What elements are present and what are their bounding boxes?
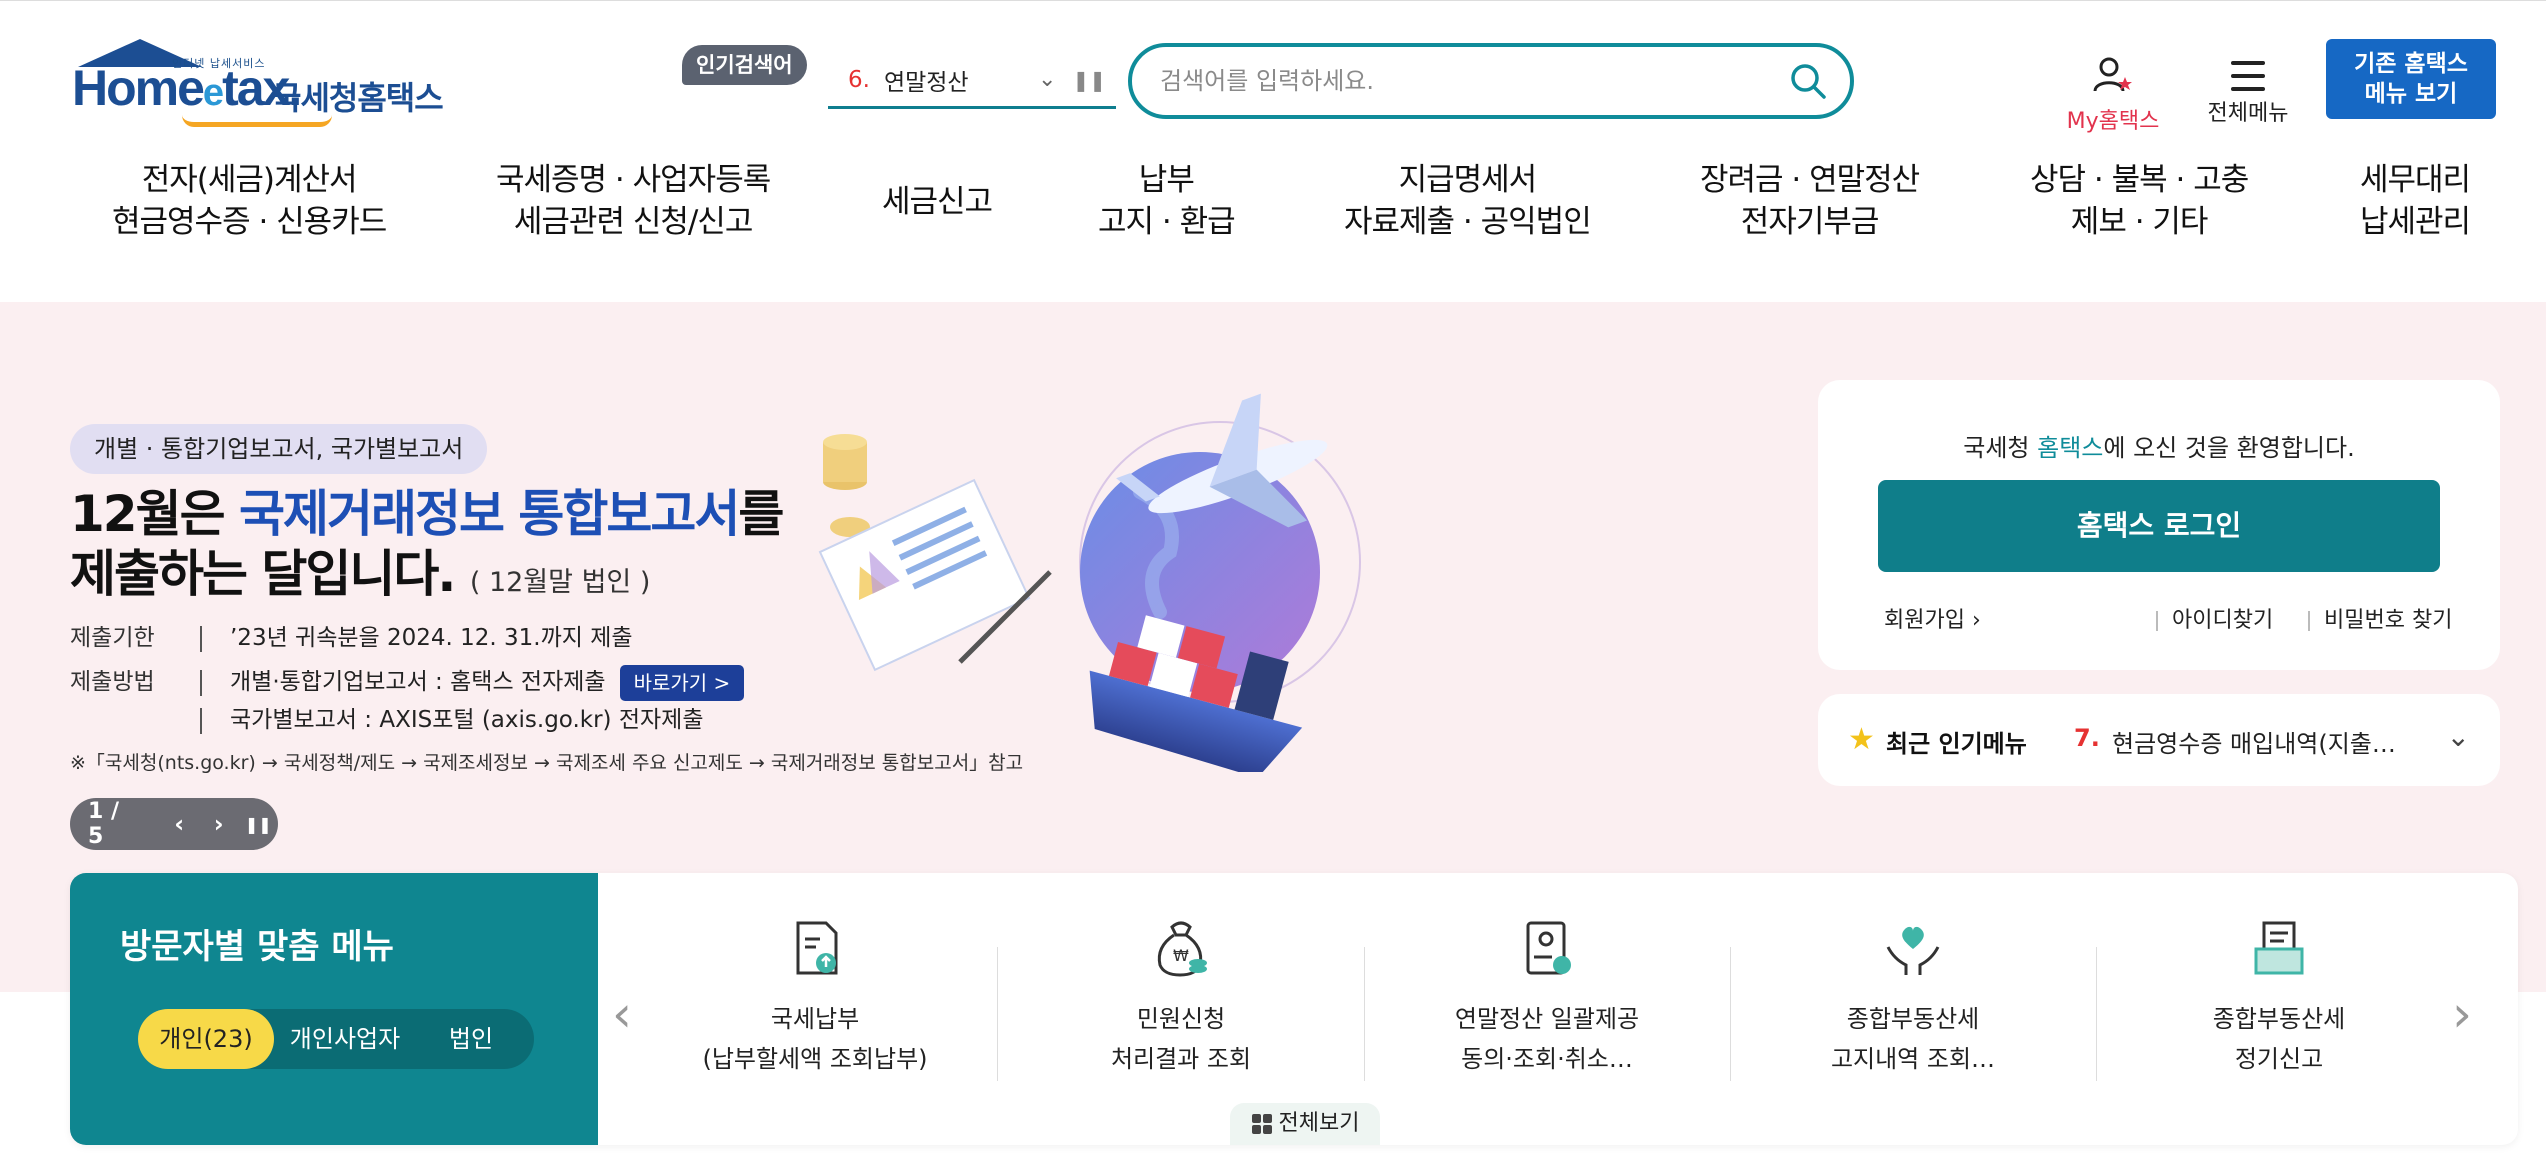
all-menu-label: 전체메뉴 <box>2207 101 2289 126</box>
account-links: 회원가입 › 아이디찾기 비밀번호 찾기 <box>1884 602 2452 636</box>
service-civil-request[interactable]: ₩ 민원신청 처리결과 조회 <box>998 913 1364 1079</box>
service-property-tax-notice[interactable]: 종합부동산세 고지내역 조회… <box>1730 913 2096 1079</box>
hamburger-icon <box>2231 61 2265 91</box>
my-hometax-button[interactable]: My홈택스 <box>2058 55 2168 135</box>
chevron-down-icon[interactable]: ⌄ <box>1038 67 1056 92</box>
site-header: 인터넷 납세서비스 Homeetax. 국세청홈택스 인기검색어 6. 연말정산… <box>0 0 2546 300</box>
hero-deadline-row: 제출기한 ’23년 귀속분을 2024. 12. 31.까지 제출 <box>70 618 633 652</box>
popular-term[interactable]: 연말정산 <box>884 63 1038 97</box>
hero-method-row2: 국가별보고서 : AXIS포털 (axis.go.kr) 전자제출 <box>70 700 703 734</box>
logo-wordmark: Homeetax. <box>72 60 302 116</box>
recent-popular-text[interactable]: 현금영수증 매입내역(지출… <box>2112 724 2396 759</box>
visitor-type-tabs: 개인(23) 개인사업자 법인 <box>138 1009 534 1069</box>
pause-slide-icon[interactable]: ❚❚ <box>238 815 278 834</box>
slide-controls: 1 / 5 ‹ › ❚❚ <box>70 798 278 850</box>
method-line2: 국가별보고서 : AXIS포털 (axis.go.kr) 전자제출 <box>230 707 704 733</box>
deadline-label: 제출기한 <box>70 625 155 651</box>
hero-method-row: 제출방법 개별·통합기업보고서 : 홈택스 전자제출 바로가기 > <box>70 662 745 701</box>
heart-hands-icon <box>1886 926 1940 975</box>
service-label-2: (납부할세액 조회납부) <box>702 1045 928 1073</box>
next-slide-icon[interactable]: › <box>199 810 239 838</box>
nav-incentive-yearend[interactable]: 장려금 · 연말정산 전자기부금 <box>1700 159 1920 243</box>
legacy-menu-line1: 기존 홈택스 <box>2354 51 2468 77</box>
popular-search-badge: 인기검색어 <box>682 45 807 85</box>
tab-individual[interactable]: 개인(23) <box>138 1009 274 1069</box>
svg-text:₩: ₩ <box>1173 946 1189 965</box>
legacy-menu-line2: 메뉴 보기 <box>2364 81 2458 107</box>
chevron-down-icon[interactable]: ⌄ <box>2447 720 2470 753</box>
nav-certificate-registration[interactable]: 국세증명 · 사업자등록 세금관련 신청/신고 <box>496 159 771 243</box>
service-label-2: 처리결과 조회 <box>1110 1045 1252 1073</box>
find-id-link[interactable]: 아이디찾기 <box>2156 602 2273 634</box>
tax-payment-icon <box>796 921 838 975</box>
service-label-2: 정기신고 <box>2234 1045 2324 1073</box>
logo-korean-name: 국세청홈택스 <box>272 79 444 117</box>
service-label-2: 고지내역 조회… <box>1830 1045 1996 1073</box>
visitor-menu-title: 방문자별 맞춤 메뉴 <box>120 927 394 967</box>
service-label-2: 동의·조회·취소… <box>1461 1045 1633 1073</box>
tab-sole-proprietor[interactable]: 개인사업자 <box>274 1009 416 1069</box>
join-link[interactable]: 회원가입 › <box>1884 602 1981 634</box>
deadline-text: ’23년 귀속분을 2024. 12. 31.까지 제출 <box>230 625 633 651</box>
method-line1: 개별·통합기업보고서 : 홈택스 전자제출 <box>230 669 606 695</box>
prev-slide-icon[interactable]: ‹ <box>159 810 199 838</box>
popular-search-dropdown[interactable]: 6. 연말정산 ⌄ ❚❚ <box>828 53 1116 109</box>
recent-popular-title: 최근 인기메뉴 <box>1886 730 2027 758</box>
star-icon: ★ <box>1848 722 1875 757</box>
all-menu-button[interactable]: 전체메뉴 <box>2196 55 2300 127</box>
service-tax-payment[interactable]: 국세납부 (납부할세액 조회납부) <box>632 913 998 1079</box>
welcome-message: 국세청 홈택스에 오신 것을 환영합니다. <box>1963 434 2355 462</box>
nav-payment-refund[interactable]: 납부 고지 · 환급 <box>1098 159 1236 243</box>
recent-popular-menu[interactable]: ★ 최근 인기메뉴 7. 현금영수증 매입내역(지출… ⌄ <box>1818 694 2500 786</box>
carousel-prev-icon[interactable]: ‹ <box>612 985 632 1043</box>
folder-doc-icon <box>2254 921 2304 975</box>
legacy-menu-button[interactable]: 기존 홈택스 메뉴 보기 <box>2326 39 2496 119</box>
service-label-1: 종합부동산세 <box>2212 1005 2346 1033</box>
service-label-1: 민원신청 <box>1136 1005 1226 1033</box>
hero-category-tag: 개별 · 통합기업보고서, 국가별보고서 <box>70 424 488 474</box>
service-label-1: 종합부동산세 <box>1846 1005 1980 1033</box>
recent-popular-rank: 7. <box>2074 724 2100 752</box>
search-input[interactable] <box>1160 61 1760 101</box>
my-hometax-label: My홈택스 <box>2066 109 2160 134</box>
slide-counter: 1 / 5 <box>88 799 120 849</box>
pause-icon[interactable]: ❚❚ <box>1072 68 1106 92</box>
service-label-1: 국세납부 <box>770 1005 860 1033</box>
nav-tax-filing[interactable]: 세금신고 <box>882 181 993 223</box>
popular-rank: 6. <box>848 66 870 93</box>
search-icon[interactable] <box>1788 61 1828 101</box>
service-yearend-consent[interactable]: 연말정산 일괄제공 동의·조회·취소… <box>1364 913 1730 1079</box>
find-password-link[interactable]: 비밀번호 찾기 <box>2308 602 2452 634</box>
visitor-menu-panel: 방문자별 맞춤 메뉴 개인(23) 개인사업자 법인 <box>70 873 598 1145</box>
service-property-tax-filing[interactable]: 종합부동산세 정기신고 <box>2096 913 2462 1079</box>
chevron-right-icon: › <box>1971 608 1981 633</box>
login-button[interactable]: 홈택스 로그인 <box>1878 480 2440 572</box>
document-seal-icon <box>1526 921 1571 975</box>
hero-title: 12월은 국제거래정보 통합보고서를 제출하는 달입니다. ( 12월말 법인 … <box>70 485 784 603</box>
tab-corporation[interactable]: 법인 <box>416 1009 526 1069</box>
nav-payment-statement[interactable]: 지급명세서 자료제출 · 공익법인 <box>1344 159 1592 243</box>
money-bag-icon: ₩ <box>1157 921 1207 977</box>
nav-tax-agent[interactable]: 세무대리 납세관리 <box>2360 159 2471 243</box>
method-label: 제출방법 <box>70 669 155 695</box>
user-icon <box>2093 57 2132 92</box>
visitor-custom-menu: 방문자별 맞춤 메뉴 개인(23) 개인사업자 법인 ‹ › 국세납부 (납부할… <box>70 873 2518 1145</box>
view-all-button[interactable]: 전체보기 <box>1230 1103 1380 1145</box>
main-navigation: 전자(세금)계산서 현금영수증 · 신용카드 국세증명 · 사업자등록 세금관련 신… <box>0 159 2546 249</box>
hero-illustration <box>818 393 1361 772</box>
hometax-logo[interactable]: 인터넷 납세서비스 Homeetax. 국세청홈택스 <box>72 39 444 131</box>
service-label-1: 연말정산 일괄제공 <box>1454 1005 1640 1033</box>
search-box <box>1128 43 1854 119</box>
view-all-label: 전체보기 <box>1278 1111 1360 1136</box>
grid-icon <box>1251 1114 1272 1134</box>
login-card: 국세청 홈택스에 오신 것을 환영합니다. 홈택스 로그인 회원가입 › 아이디… <box>1818 380 2500 670</box>
goto-button[interactable]: 바로가기 > <box>619 664 745 701</box>
hometax-main-page: 인터넷 납세서비스 Homeetax. 국세청홈택스 인기검색어 6. 연말정산… <box>0 0 2546 1155</box>
nav-consult-appeal[interactable]: 상담 · 불복 · 고충 제보 · 기타 <box>2030 159 2249 243</box>
nav-invoice-receipt[interactable]: 전자(세금)계산서 현금영수증 · 신용카드 <box>112 159 387 243</box>
